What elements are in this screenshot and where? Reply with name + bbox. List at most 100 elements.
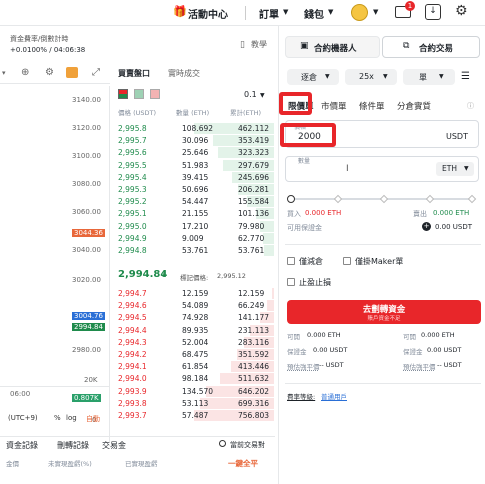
- tab-orderbook[interactable]: 買賣盤口: [118, 68, 150, 79]
- asks-list: 2,995.8 108.692 462.112 2,995.7 30.096 353.41…: [118, 123, 274, 258]
- current-pair-radio[interactable]: [219, 440, 226, 447]
- price-cell: 2,995.7: [118, 136, 147, 146]
- download-icon[interactable]: ↓: [425, 4, 441, 20]
- timezone-label[interactable]: (UTC+9): [8, 414, 38, 422]
- quantity-slider[interactable]: [287, 194, 477, 204]
- fee-level-label: 費率等級:: [287, 393, 316, 401]
- qty-cell: 21.155: [182, 209, 209, 219]
- view-bids-icon[interactable]: [134, 89, 144, 99]
- crosshair-icon[interactable]: ⊕: [21, 67, 29, 78]
- orderbook-row[interactable]: 2,994.1 61.854 413.446: [118, 361, 274, 373]
- y-tick: 3080.00: [72, 180, 101, 188]
- orderbook-row[interactable]: 2,995.3 50.696 206.281: [118, 184, 274, 196]
- reduce-only-checkbox[interactable]: [287, 257, 295, 265]
- auto-toggle[interactable]: 自動: [86, 414, 100, 424]
- price-cell: 2,993.7: [118, 411, 147, 420]
- col-qty: 數量 (ETH): [176, 109, 210, 117]
- orderbook-row[interactable]: 2,995.4 39.415 245.696: [118, 171, 274, 184]
- leverage-select[interactable]: 25x ▼: [345, 69, 397, 85]
- order-type-conditional[interactable]: 條件單: [359, 100, 385, 112]
- orderbook-row[interactable]: 2,993.7 57.487 756.803: [118, 410, 274, 422]
- orderbook-row[interactable]: 2,994.8 53.761 53.761: [118, 245, 274, 257]
- price-cell: 2,995.1: [118, 209, 147, 219]
- total-cell: 101.136: [238, 209, 270, 219]
- quantity-field[interactable]: 數量 I ETH ▼: [285, 156, 479, 182]
- orderbook-row[interactable]: 2,995.5 51.983 297.679: [118, 159, 274, 172]
- orderbook-row[interactable]: 2,993.8 53.113 699.316: [118, 397, 274, 410]
- expand-icon[interactable]: ⤢: [92, 67, 100, 78]
- orderbook-row[interactable]: 2,994.9 9.009 62.770: [118, 232, 274, 245]
- qty-unit-select[interactable]: ETH ▼: [436, 162, 474, 176]
- current-pair-label[interactable]: 當前交易對: [230, 440, 265, 450]
- chevron-down-icon[interactable]: ▾: [2, 69, 6, 77]
- orderbook-row[interactable]: 2,993.9 134.570 646.202: [118, 385, 274, 398]
- y-tick: 3020.00: [72, 276, 101, 284]
- tpsl-label[interactable]: 止盈止損: [299, 277, 331, 288]
- price-cell: 2,993.8: [118, 398, 147, 408]
- chart-toolbar: ▾ ⊕ ⚙ ⤢: [0, 66, 110, 84]
- tab-funding-record[interactable]: 資金記錄: [6, 440, 38, 451]
- slider-handle[interactable]: [287, 195, 295, 203]
- y-tick: 3040.00: [72, 246, 101, 254]
- liq-price-label: 預估強平價: [287, 363, 320, 371]
- liq-price-value: -- USDT: [319, 361, 344, 369]
- qty-cell: 54.089: [182, 301, 209, 311]
- sliders-icon[interactable]: ☰: [461, 71, 470, 82]
- chevron-down-icon: ▼: [260, 92, 265, 99]
- orders-menu[interactable]: 訂單: [259, 6, 279, 21]
- reduce-only-label[interactable]: 僅減倉: [299, 256, 323, 267]
- tab-contract-bot[interactable]: ▣ 合約機器人: [285, 36, 380, 58]
- depth-bar: [264, 245, 274, 256]
- orderbook-row[interactable]: 2,995.7 30.096 353.419: [118, 135, 274, 147]
- orderbook-row[interactable]: 2,995.2 54.447 155.584: [118, 196, 274, 208]
- precision-select[interactable]: 0.1: [244, 90, 257, 99]
- tab-transfer-record[interactable]: 刪轉記錄: [57, 440, 89, 451]
- close-all-button[interactable]: 一鍵全平: [228, 458, 258, 469]
- view-both-icon[interactable]: [118, 89, 128, 99]
- qty-cell: 98.184: [182, 374, 209, 384]
- tab-contract-trade[interactable]: ⧉ 合約交易: [382, 36, 480, 58]
- percent-toggle[interactable]: %: [54, 414, 61, 422]
- margin-mode-select[interactable]: 逐倉 ▼: [287, 69, 339, 85]
- time-axis: 06:00: [0, 386, 110, 400]
- view-asks-icon[interactable]: [150, 89, 160, 99]
- orderbook-row[interactable]: 2,994.5 74.928 141.177: [118, 312, 274, 324]
- orderbook-row[interactable]: 2,995.1 21.155 101.136: [118, 208, 274, 220]
- tutorial-link[interactable]: 教學: [251, 39, 267, 50]
- orderbook-row[interactable]: 2,995.6 25.646 323.323: [118, 147, 274, 159]
- orderbook-row[interactable]: 2,994.4 89.935 231.113: [118, 324, 274, 337]
- orderbook-row[interactable]: 2,994.6 54.089 66.249: [118, 300, 274, 312]
- gear-icon[interactable]: ⚙: [45, 67, 54, 78]
- position-mode-select[interactable]: 單 ▼: [403, 69, 455, 85]
- tab-trades[interactable]: 實時成交: [168, 68, 200, 79]
- avatar[interactable]: [351, 4, 368, 21]
- orderbook-row[interactable]: 2,994.7 12.159 12.159: [118, 288, 274, 300]
- y-tick: 20K: [84, 376, 98, 384]
- log-toggle[interactable]: log: [66, 414, 77, 422]
- fee-level-value[interactable]: 普通用戶: [321, 391, 347, 401]
- book-icon[interactable]: ▯: [240, 40, 245, 50]
- settings-icon[interactable]: ⚙: [455, 3, 468, 19]
- maker-only-checkbox[interactable]: [343, 257, 351, 265]
- activity-center-link[interactable]: 活動中心: [188, 6, 228, 21]
- add-circle-icon[interactable]: +: [422, 222, 431, 231]
- tpsl-checkbox[interactable]: [287, 278, 295, 286]
- total-cell: 231.113: [238, 325, 270, 335]
- tab-bonus[interactable]: 交易金: [102, 440, 126, 451]
- available-value: 0.00 USDT: [435, 223, 473, 231]
- orderbook-row[interactable]: 2,994.0 98.184 511.632: [118, 373, 274, 385]
- open-value: 0.000 ETH: [421, 331, 455, 339]
- total-cell: 413.446: [238, 362, 270, 372]
- orderbook-row[interactable]: 2,995.0 17.210 79.980: [118, 220, 274, 233]
- wallet-menu[interactable]: 錢包: [304, 6, 324, 21]
- orderbook-row[interactable]: 2,994.2 68.475 351.592: [118, 349, 274, 361]
- order-type-market[interactable]: 市價單: [321, 100, 347, 112]
- transfer-funds-button[interactable]: 去劃轉資金 賬戶資金不足: [287, 300, 481, 324]
- orderbook-row[interactable]: 2,995.8 108.692 462.112: [118, 123, 274, 135]
- maker-only-label[interactable]: 僅掛Maker單: [355, 256, 403, 267]
- order-type-split[interactable]: 分倉實質: [397, 100, 431, 112]
- col-total: 累計(ETH): [230, 109, 262, 117]
- info-icon[interactable]: ⓘ: [467, 101, 474, 111]
- layout-icon[interactable]: [66, 67, 78, 78]
- orderbook-row[interactable]: 2,994.3 52.004 283.116: [118, 336, 274, 349]
